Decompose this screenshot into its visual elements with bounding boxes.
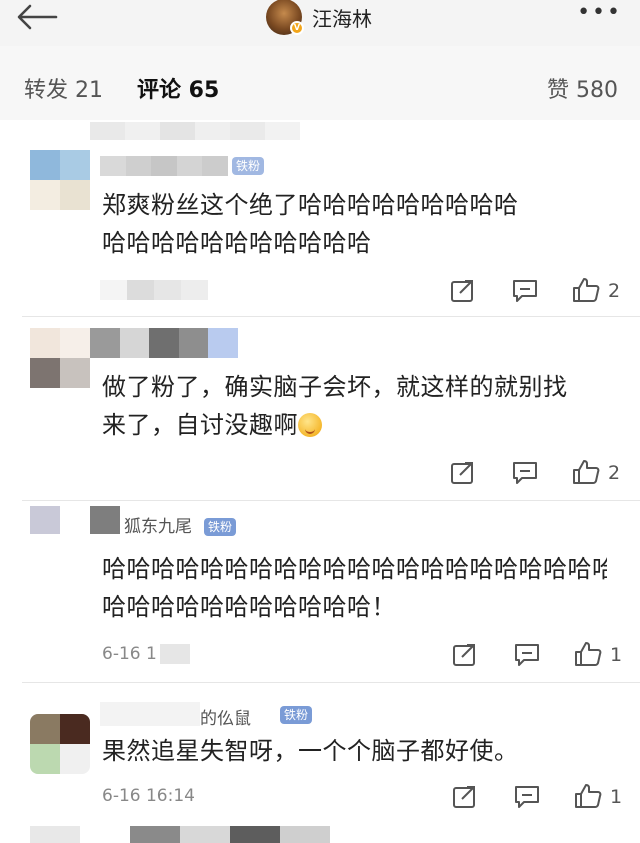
share-out-icon [453,644,475,666]
thumbs-up-icon [573,460,600,484]
divider [22,500,640,501]
share-out-icon [451,280,473,302]
author-avatar[interactable]: V [266,0,304,35]
like-count: 1 [610,644,623,666]
thumbs-up-icon [573,278,600,302]
comment-text-line: 哈哈哈哈哈哈哈哈哈哈哈 [102,229,372,257]
more-options-button[interactable]: ••• [577,2,622,24]
masked-username [90,328,238,358]
comment-item: 狐东九尾 铁粉 哈哈哈哈哈哈哈哈哈哈哈哈哈哈哈哈哈哈哈哈哈 哈哈哈哈哈 哈哈哈哈哈… [0,502,640,682]
reply-button[interactable] [512,279,538,303]
forward-button[interactable] [450,461,476,485]
comment-text-line: 郑爽粉丝这个绝了哈哈哈哈哈哈哈哈哈 [102,191,519,219]
comment-text: 哈哈哈哈哈哈哈哈哈哈哈哈哈哈哈哈哈哈哈哈哈哈哈哈哈哈 哈哈哈哈哈哈哈哈哈哈哈！ [102,550,612,626]
reply-button[interactable] [514,785,540,809]
fan-badge: 铁粉 [280,706,313,724]
comment-item: 做了粉了，确实脑子会坏，就这样的就别找 来了，自讨没趣啊 2 [0,320,640,500]
comment-username[interactable]: 的仫鼠 [200,704,251,729]
comment-text: 做了粉了，确实脑子会坏，就这样的就别找 来了，自讨没趣啊 [102,368,622,444]
comment-username[interactable]: 狐东九尾 [124,512,192,537]
comment-bubble-icon [515,786,539,808]
forward-button[interactable] [450,279,476,303]
masked-username [100,702,200,726]
comment-item: 铁粉 郑爽粉丝这个绝了哈哈哈哈哈哈哈哈哈 哈哈哈哈哈哈哈哈哈哈哈 2 [0,140,640,315]
comment-item: 的仫鼠 铁粉 果然追星失智呀，一个个脑子都好使。 6-16 16:14 1 [0,684,640,819]
like-count: 2 [608,280,621,302]
comment-text-line: 做了粉了，确实脑子会坏，就这样的就别找 [102,373,568,401]
comment-bubble-icon [515,644,539,666]
divider [22,316,640,317]
masked-timestamp [100,280,208,300]
comment-text: 果然追星失智呀，一个个脑子都好使。 [102,732,622,770]
comment-text-line: 来了，自讨没趣啊 [102,406,622,444]
comment-text-line: 果然追星失智呀，一个个脑子都好使。 [102,737,519,765]
tab-like[interactable]: 赞 580 [547,72,618,104]
like-button[interactable] [572,277,600,303]
thumbs-up-icon [575,784,602,808]
reply-button[interactable] [512,461,538,485]
comment-timestamp: 6-16 1 [102,644,157,664]
like-count: 1 [610,786,623,808]
comment-text-line: 哈哈哈哈哈哈哈哈哈哈哈哈哈哈哈哈哈哈哈哈哈哈哈哈哈哈 [102,555,607,583]
comment-text-line: 哈哈哈哈哈哈哈哈哈哈哈！ [102,593,396,621]
comment-bubble-icon [513,462,537,484]
tab-bar: 转发 21 评论 65 赞 580 [0,46,640,120]
avatar[interactable] [30,714,90,774]
top-navigation-bar: V 汪海林 ••• [0,0,640,46]
share-out-icon [453,786,475,808]
share-out-icon [451,462,473,484]
divider [22,682,640,683]
fan-badge: 铁粉 [232,157,265,175]
avatar[interactable] [30,328,90,388]
forward-button[interactable] [452,785,478,809]
masked-region [30,826,330,843]
blush-emoji-icon [298,413,322,437]
avatar[interactable] [30,506,60,534]
masked-timestamp [160,644,190,664]
tab-comment[interactable]: 评论 65 [137,72,219,104]
forward-button[interactable] [452,643,478,667]
comment-text: 郑爽粉丝这个绝了哈哈哈哈哈哈哈哈哈 哈哈哈哈哈哈哈哈哈哈哈 [102,186,622,262]
like-button[interactable] [574,641,602,667]
reply-button[interactable] [514,643,540,667]
author-name[interactable]: 汪海林 [312,3,372,32]
arrow-left-icon [17,4,58,30]
thumbs-up-icon [575,642,602,666]
verified-badge-icon: V [290,21,304,35]
masked-username [100,156,228,176]
author-header[interactable]: V 汪海林 [266,0,372,35]
fan-badge: 铁粉 [204,518,237,536]
like-button[interactable] [572,459,600,485]
comment-timestamp: 6-16 16:14 [102,786,195,806]
avatar[interactable] [30,150,90,210]
back-button[interactable] [14,2,58,32]
avatar-mask [90,506,120,534]
like-button[interactable] [574,783,602,809]
comment-bubble-icon [513,280,537,302]
tab-forward[interactable]: 转发 21 [24,72,103,104]
like-count: 2 [608,462,621,484]
comment-text-fragment: 来了，自讨没趣啊 [102,411,298,439]
